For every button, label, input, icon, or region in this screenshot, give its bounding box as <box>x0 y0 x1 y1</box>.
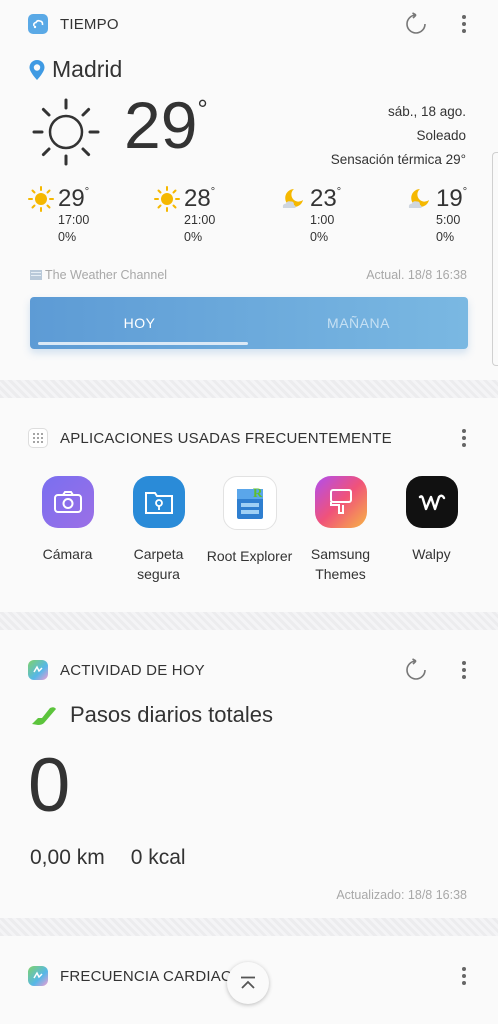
samsung-health-icon <box>28 966 48 986</box>
forecast-tabs: HOY MAÑANA <box>30 297 468 349</box>
city-location[interactable]: Madrid <box>28 56 122 83</box>
walpy-app-icon <box>405 476 458 528</box>
activity-more-options-icon[interactable] <box>454 658 474 682</box>
weather-app-icon <box>28 14 48 34</box>
distance-value: 0,00 km <box>30 846 105 869</box>
current-temperature: 29° <box>124 88 208 162</box>
chevron-up-icon <box>241 976 255 989</box>
apps-title: APLICACIONES USADAS FRECUENTEMENTE <box>60 429 392 447</box>
calories-value: 0 kcal <box>130 846 186 869</box>
samsung-themes-app-icon <box>314 476 367 528</box>
app-secure-folder[interactable]: Carpeta segura <box>113 476 204 584</box>
card-separator <box>0 612 498 630</box>
sun-icon <box>154 186 180 212</box>
app-label: Carpeta segura <box>133 546 184 582</box>
apps-more-options-icon[interactable] <box>454 426 474 450</box>
app-label: Samsung Themes <box>310 546 371 582</box>
weather-updated: Actual. 18/8 16:38 <box>366 268 467 282</box>
forecast-time: 1:00 <box>310 213 335 227</box>
activity-card[interactable]: ACTIVIDAD DE HOY Pasos diarios totales 0… <box>0 630 498 918</box>
forecast-precip: 0% <box>184 230 203 244</box>
weather-footer: The Weather Channel Actual. 18/8 16:38 <box>30 268 467 282</box>
secure-folder-app-icon <box>132 476 185 528</box>
forecast-time: 5:00 <box>436 213 461 227</box>
app-label: Root Explorer <box>206 548 293 564</box>
activity-header: ACTIVIDAD DE HOY <box>28 658 205 682</box>
apps-header: APLICACIONES USADAS FRECUENTEMENTE <box>28 426 392 450</box>
heart-header: FRECUENCIA CARDIACA <box>28 964 242 988</box>
heart-more-options-icon[interactable] <box>454 964 474 988</box>
shoe-icon <box>32 707 56 725</box>
forecast-item: 29° 17:00 0% <box>28 186 108 246</box>
app-label: Walpy <box>412 546 451 562</box>
frequent-apps-card: APLICACIONES USADAS FRECUENTEMENTE Cámar… <box>0 398 498 612</box>
activity-metrics: 0,00 km 0 kcal <box>30 846 186 870</box>
root-explorer-app-icon: R <box>222 476 277 530</box>
weather-condition: Soleado <box>416 128 466 143</box>
feels-like: Sensación térmica 29° <box>330 152 466 167</box>
steps-count: 0 <box>28 743 71 828</box>
samsung-health-icon <box>28 660 48 680</box>
forecast-precip: 0% <box>436 230 455 244</box>
app-samsung-themes[interactable]: Samsung Themes <box>295 476 386 584</box>
weather-card[interactable]: TIEMPO Madrid 29° sáb., 18 ago. Soleado … <box>0 0 498 380</box>
steps-heading: Pasos diarios totales <box>30 702 273 728</box>
tab-indicator <box>38 342 248 345</box>
app-walpy[interactable]: Walpy <box>386 476 477 584</box>
apps-grid-icon <box>28 428 48 448</box>
card-separator <box>0 918 498 936</box>
location-pin-icon <box>29 59 45 80</box>
camera-app-icon <box>41 476 94 528</box>
city-name: Madrid <box>52 56 123 82</box>
forecast-precip: 0% <box>58 230 77 244</box>
steps-label: Pasos diarios totales <box>70 702 273 727</box>
forecast-precip: 0% <box>310 230 329 244</box>
weather-title: TIEMPO <box>60 15 119 33</box>
weather-channel-logo-icon <box>30 270 42 280</box>
moon-cloud-icon <box>408 189 429 208</box>
activity-title: ACTIVIDAD DE HOY <box>60 661 205 679</box>
svg-text:R: R <box>253 485 263 500</box>
forecast-item: 28° 21:00 0% <box>154 186 234 246</box>
forecast-time: 21:00 <box>184 213 216 227</box>
edge-panel-handle[interactable] <box>492 152 498 366</box>
weather-header: TIEMPO <box>28 12 119 36</box>
weather-provider[interactable]: The Weather Channel <box>45 268 167 282</box>
refresh-icon[interactable] <box>404 658 428 682</box>
moon-cloud-icon <box>282 189 303 208</box>
weather-details: sáb., 18 ago. Soleado Sensación térmica … <box>331 100 466 172</box>
app-label: Cámara <box>42 546 93 562</box>
card-separator <box>0 380 498 398</box>
weather-date: sáb., 18 ago. <box>387 104 466 119</box>
heart-title: FRECUENCIA CARDIACA <box>60 967 243 985</box>
forecast-time: 17:00 <box>58 213 90 227</box>
activity-updated: Actualizado: 18/8 16:38 <box>336 888 467 902</box>
scroll-to-top-button[interactable] <box>227 962 269 1004</box>
sun-icon <box>28 186 54 212</box>
app-camera[interactable]: Cámara <box>22 476 113 584</box>
app-root-explorer[interactable]: R Root Explorer <box>204 476 295 584</box>
forecast-item: 19° 5:00 0% <box>406 186 486 246</box>
apps-list: Cámara Carpeta segura R Root Explorer Sa… <box>22 476 488 584</box>
weather-more-options-icon[interactable] <box>454 12 474 36</box>
sunny-icon <box>32 98 100 166</box>
forecast-item: 23° 1:00 0% <box>280 186 360 246</box>
refresh-icon[interactable] <box>404 12 428 36</box>
tab-tomorrow[interactable]: MAÑANA <box>249 297 468 349</box>
